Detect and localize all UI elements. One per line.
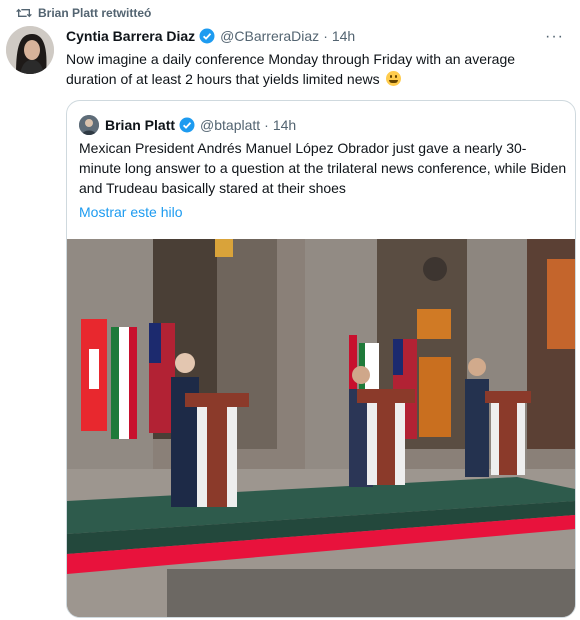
retweet-context[interactable]: Brian Platt retwitteó <box>16 4 151 22</box>
tweet-timestamp[interactable]: 14h <box>332 28 355 44</box>
author-name[interactable]: Cyntia Barrera Diaz <box>66 28 195 44</box>
retweet-icon <box>16 8 32 18</box>
retweet-label[interactable]: Brian Platt retwitteó <box>38 6 151 20</box>
quoted-author-avatar <box>79 115 99 135</box>
quoted-timestamp: 14h <box>272 117 297 133</box>
quoted-author-handle: @btaplatt <box>200 117 261 133</box>
grimacing-face-emoji-icon <box>385 71 401 86</box>
author-handle[interactable]: @CBarreraDiaz <box>220 28 319 44</box>
quoted-tweet-card[interactable]: Brian Platt @btaplatt · 14h Mexican Pres… <box>66 100 576 618</box>
tweet-text: Now imagine a daily conference Monday th… <box>66 49 566 89</box>
author-avatar[interactable] <box>6 26 54 74</box>
tweet-header: Cyntia Barrera Diaz @CBarreraDiaz · 14h … <box>66 26 566 46</box>
verified-badge-icon <box>199 28 215 44</box>
tweet-body: Now imagine a daily conference Monday th… <box>66 51 516 87</box>
verified-badge-icon <box>179 117 195 133</box>
quoted-author-name: Brian Platt <box>105 117 176 133</box>
more-icon[interactable]: ··· <box>545 28 564 46</box>
show-thread-link[interactable]: Mostrar este hilo <box>79 204 182 220</box>
avatar-photo <box>6 26 54 74</box>
quoted-tweet-header: Brian Platt @btaplatt · 14h <box>105 114 296 136</box>
quoted-tweet-text: Mexican President Andrés Manuel López Ob… <box>79 140 567 196</box>
separator-dot: · <box>264 117 269 133</box>
separator-dot: · <box>323 28 328 44</box>
conference-photo[interactable] <box>67 239 575 618</box>
